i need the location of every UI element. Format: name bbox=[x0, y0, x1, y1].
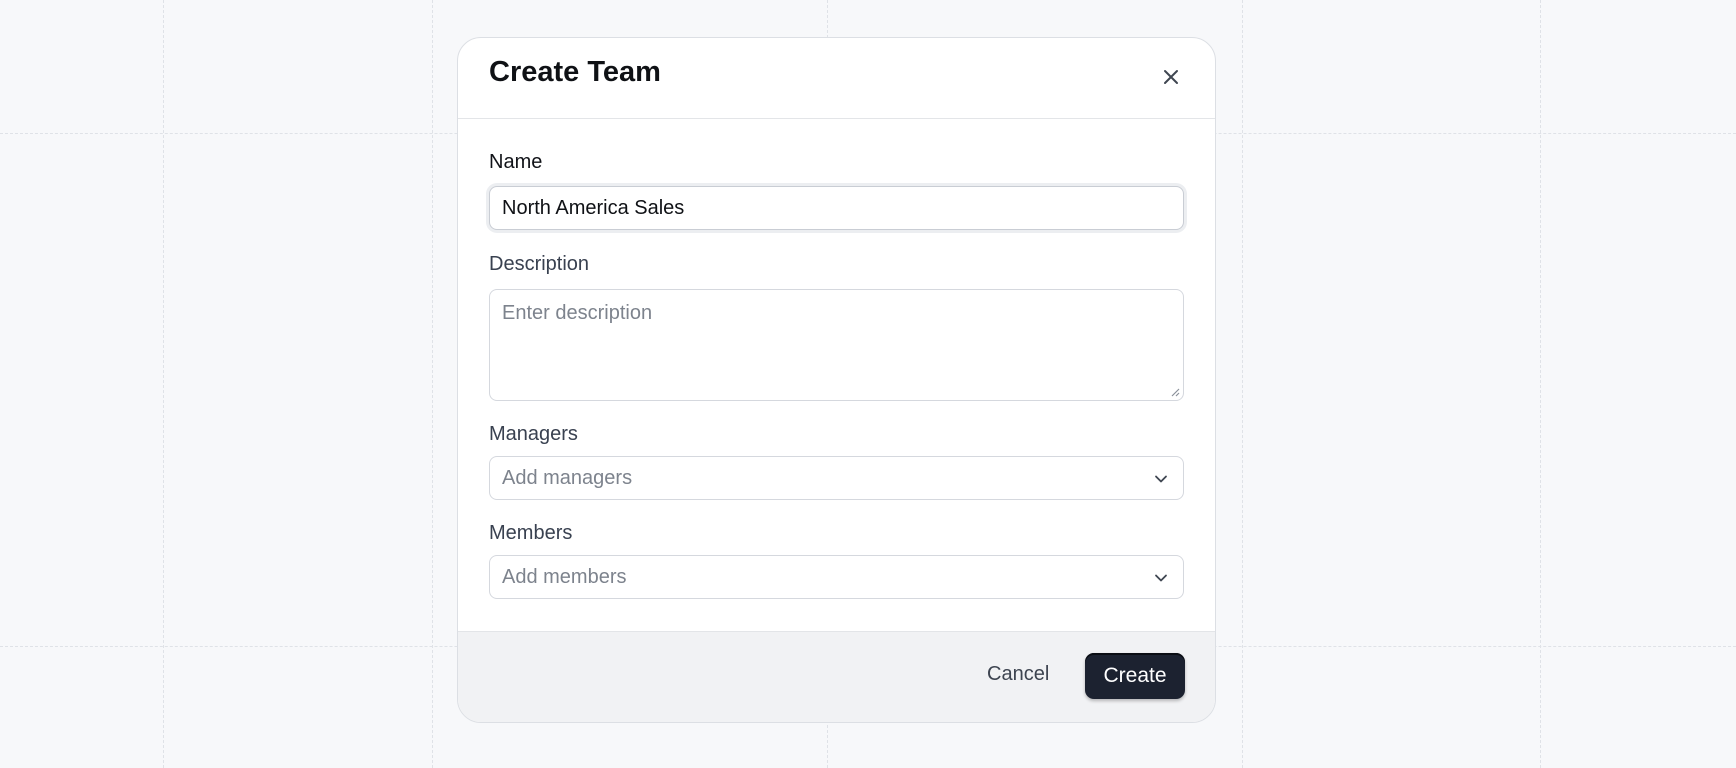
managers-select[interactable]: Add managers bbox=[489, 456, 1184, 500]
name-label: Name bbox=[489, 151, 543, 173]
chevron-down-icon bbox=[1155, 574, 1167, 582]
close-button[interactable] bbox=[1158, 64, 1184, 90]
grid-line bbox=[163, 0, 164, 768]
managers-label: Managers bbox=[489, 423, 578, 445]
chevron-down-icon bbox=[1155, 475, 1167, 483]
close-icon bbox=[1164, 70, 1178, 84]
dialog-header: Create Team bbox=[458, 38, 1215, 119]
members-select[interactable]: Add members bbox=[489, 555, 1184, 599]
create-team-dialog: Create Team Name North America Sales Des… bbox=[457, 37, 1216, 723]
dialog-title: Create Team bbox=[489, 56, 661, 88]
cancel-button[interactable]: Cancel bbox=[979, 659, 1057, 690]
managers-placeholder: Add managers bbox=[502, 466, 633, 489]
grid-line bbox=[1242, 0, 1243, 768]
members-label: Members bbox=[489, 522, 573, 544]
description-textarea[interactable]: Enter description bbox=[489, 289, 1184, 401]
grid-line bbox=[432, 0, 433, 768]
name-input-value: North America Sales bbox=[502, 196, 685, 219]
name-input[interactable]: North America Sales bbox=[489, 186, 1184, 230]
description-label: Description bbox=[489, 253, 590, 275]
create-button[interactable]: Create bbox=[1085, 653, 1185, 699]
resize-handle-icon[interactable] bbox=[1168, 385, 1180, 397]
grid-line bbox=[1540, 0, 1541, 768]
members-placeholder: Add members bbox=[502, 565, 627, 588]
dialog-footer: Cancel Create bbox=[458, 631, 1215, 722]
description-placeholder: Enter description bbox=[502, 302, 653, 324]
